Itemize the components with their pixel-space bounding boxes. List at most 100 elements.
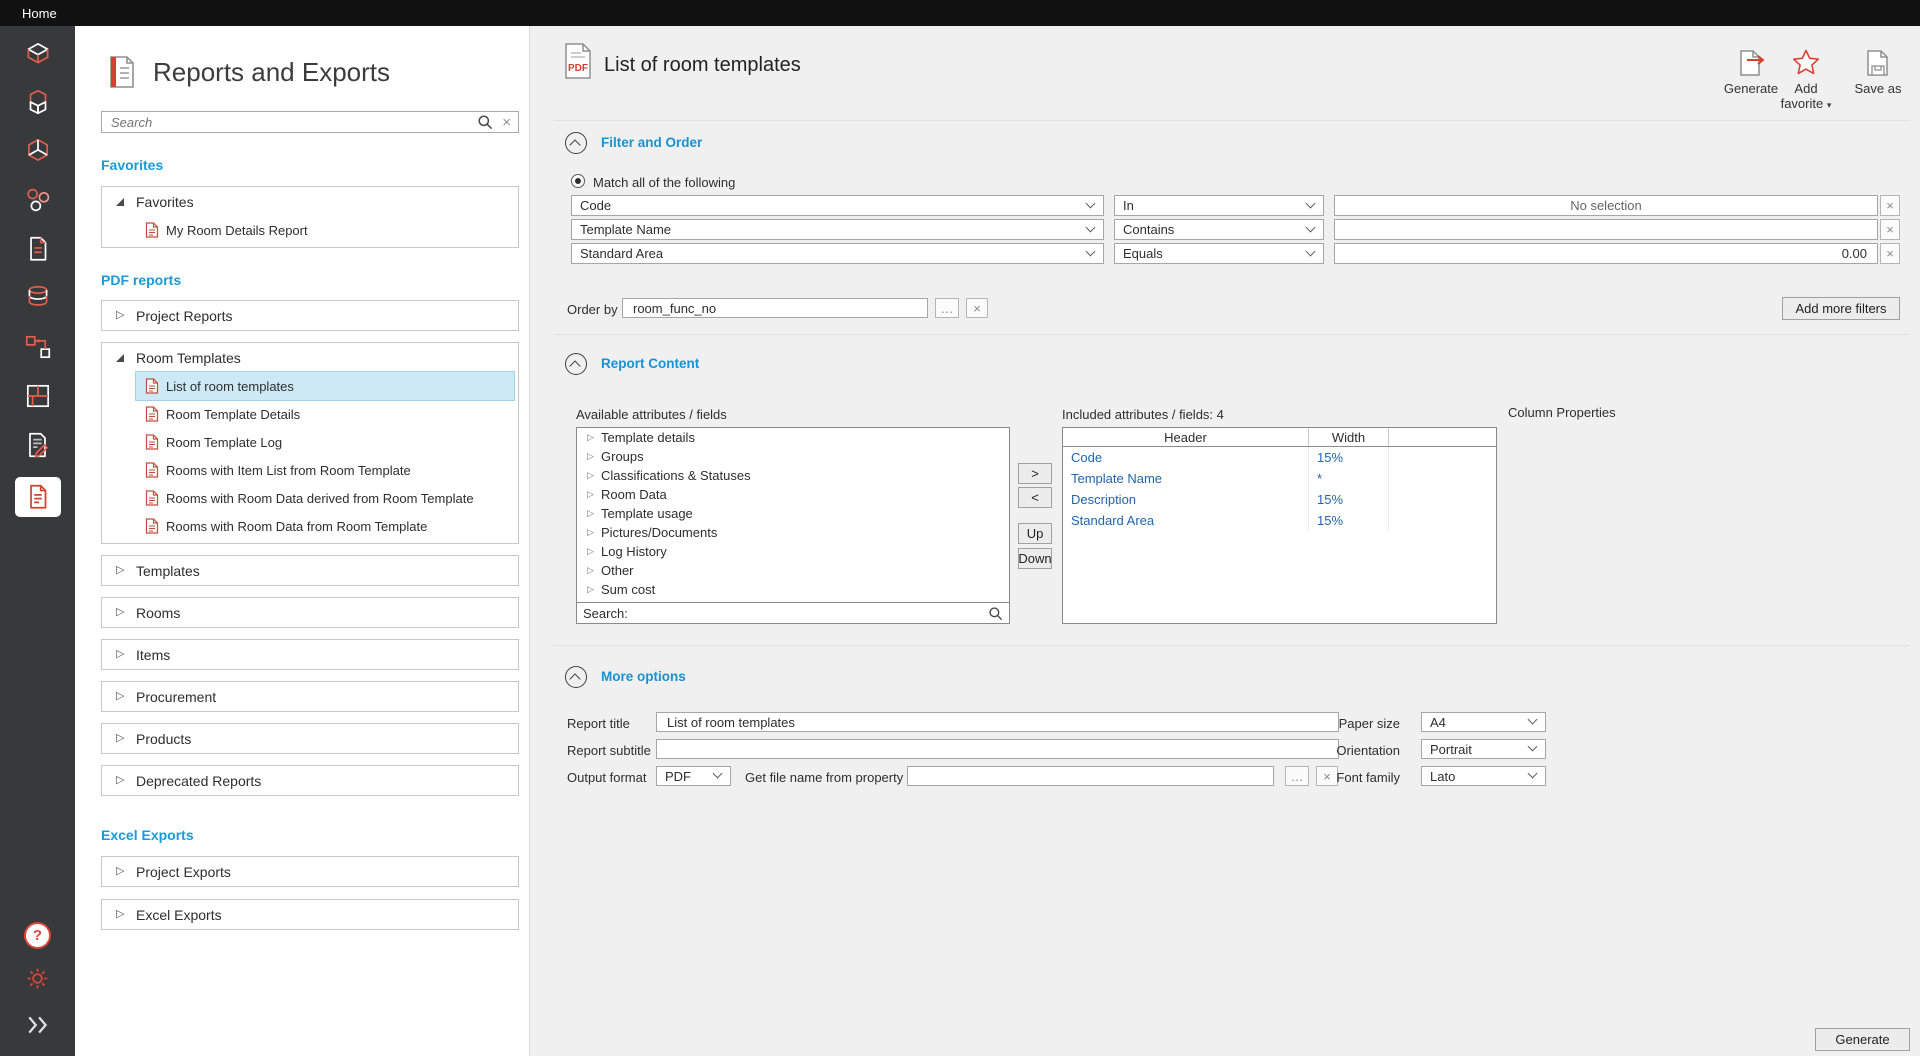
group-header-procurement[interactable]: ▷ Procurement — [102, 682, 518, 711]
group-header-products[interactable]: ▷ Products — [102, 724, 518, 753]
add-more-filters-button[interactable]: Add more filters — [1782, 297, 1900, 320]
filter-operator-select[interactable]: In — [1114, 195, 1324, 216]
search-icon[interactable] — [477, 114, 493, 130]
paper-size-select[interactable]: A4 — [1421, 712, 1546, 732]
move-right-button[interactable]: > — [1018, 463, 1052, 484]
product-network-icon[interactable] — [15, 183, 61, 217]
filter-value-number-input[interactable] — [1343, 245, 1869, 262]
favorites-group: Favorites My Room Details Report — [101, 186, 519, 248]
attributes-search-input[interactable] — [628, 605, 988, 622]
report-item-my-room-details[interactable]: My Room Details Report — [136, 216, 514, 244]
table-row[interactable]: Description 15% — [1063, 489, 1496, 510]
expand-triangle-icon: ▷ — [116, 775, 128, 786]
group-header-deprecated-reports[interactable]: ▷ Deprecated Reports — [102, 766, 518, 795]
group-header-rooms[interactable]: ▷ Rooms — [102, 598, 518, 627]
group-excel-exports: ▷ Excel Exports — [101, 899, 519, 930]
group-project-exports: ▷ Project Exports — [101, 856, 519, 887]
table-row[interactable]: Template Name * — [1063, 468, 1496, 489]
search-input[interactable] — [109, 114, 468, 131]
home-tab[interactable]: Home — [22, 6, 57, 21]
report-item-room-template-details[interactable]: Room Template Details — [136, 400, 514, 428]
expand-triangle-icon: ▷ — [587, 489, 601, 500]
order-by-input-wrap — [622, 298, 928, 318]
save-as-button[interactable]: Save as — [1843, 48, 1913, 96]
attribute-group-row[interactable]: ▷Pictures/Documents — [577, 523, 1009, 542]
output-format-select[interactable]: PDF — [656, 766, 731, 786]
filter-operator-select[interactable]: Equals — [1114, 243, 1324, 264]
building-model-icon[interactable] — [15, 85, 61, 119]
group-header-project-exports[interactable]: ▷ Project Exports — [102, 857, 518, 886]
move-left-button[interactable]: < — [1018, 487, 1052, 508]
move-up-button[interactable]: Up — [1018, 523, 1052, 544]
report-subtitle-input[interactable] — [665, 741, 1330, 758]
expand-triangle-icon: ▷ — [116, 691, 128, 702]
move-down-button[interactable]: Down — [1018, 548, 1052, 569]
reports-icon[interactable] — [15, 477, 61, 517]
filter-operator-select[interactable]: Contains — [1114, 219, 1324, 240]
table-row[interactable]: Standard Area 15% — [1063, 510, 1496, 531]
attribute-group-row[interactable]: ▷Classifications & Statuses — [577, 466, 1009, 485]
report-item-rooms-room-data-derived[interactable]: Rooms with Room Data derived from Room T… — [136, 484, 514, 512]
collapse-content-section-icon[interactable] — [565, 353, 587, 375]
excel-exports-heading: Excel Exports — [101, 828, 519, 843]
forms-icon[interactable] — [15, 428, 61, 462]
clear-order-by-button[interactable]: × — [966, 298, 988, 318]
clear-search-icon[interactable]: × — [502, 115, 511, 130]
match-all-radio[interactable] — [571, 174, 585, 188]
file-name-property-input[interactable] — [916, 768, 1265, 785]
attribute-group-row[interactable]: ▷Template usage — [577, 504, 1009, 523]
settings-icon[interactable] — [24, 965, 51, 997]
database-icon[interactable] — [15, 281, 61, 315]
font-family-select[interactable]: Lato — [1421, 766, 1546, 786]
generate-report-button[interactable]: Generate — [1815, 1028, 1910, 1051]
report-title-input[interactable] — [665, 714, 1330, 731]
filter-value-picker[interactable]: No selection — [1334, 195, 1878, 216]
attribute-group-row[interactable]: ▷Room Data — [577, 485, 1009, 504]
collapse-filter-section-icon[interactable] — [565, 132, 587, 154]
remove-filter-button[interactable]: × — [1880, 195, 1900, 216]
expand-panel-icon[interactable] — [24, 1013, 52, 1042]
remove-filter-button[interactable]: × — [1880, 219, 1900, 240]
favorites-group-header[interactable]: Favorites — [102, 187, 518, 216]
attribute-group-row[interactable]: ▷Other — [577, 561, 1009, 580]
group-header-project-reports[interactable]: ▷ Project Reports — [102, 301, 518, 330]
documents-icon[interactable] — [15, 232, 61, 266]
filter-field-select[interactable]: Code — [571, 195, 1104, 216]
remove-filter-button[interactable]: × — [1880, 243, 1900, 264]
filter-field-select[interactable]: Template Name — [571, 219, 1104, 240]
report-item-rooms-room-data[interactable]: Rooms with Room Data from Room Template — [136, 512, 514, 540]
attribute-group-row[interactable]: ▷Groups — [577, 447, 1009, 466]
header-divider — [553, 120, 1910, 121]
report-item-rooms-with-item-list[interactable]: Rooms with Item List from Room Template — [136, 456, 514, 484]
table-row[interactable]: Code 15% — [1063, 447, 1496, 468]
add-favorite-button[interactable]: Add favorite ▾ — [1775, 48, 1837, 113]
reports-exports-icon — [107, 55, 137, 89]
help-icon[interactable]: ? — [24, 922, 51, 949]
site-model-icon[interactable] — [15, 36, 61, 70]
group-header-templates[interactable]: ▷ Templates — [102, 556, 518, 585]
close-icon: × — [973, 301, 981, 316]
search-icon[interactable] — [988, 606, 1003, 621]
order-by-browse-button[interactable]: … — [935, 298, 959, 318]
close-icon: × — [1886, 246, 1894, 261]
included-attributes-table: Header Width Code 15% Template Name * De… — [1062, 427, 1497, 624]
order-by-label: Order by — [567, 302, 618, 317]
attribute-group-row[interactable]: ▷Log History — [577, 542, 1009, 561]
pdf-report-icon — [145, 434, 159, 450]
group-header-items[interactable]: ▷ Items — [102, 640, 518, 669]
attribute-group-row[interactable]: ▷Template details — [577, 428, 1009, 447]
orientation-select[interactable]: Portrait — [1421, 739, 1546, 759]
report-item-room-template-log[interactable]: Room Template Log — [136, 428, 514, 456]
order-by-input[interactable] — [631, 300, 919, 317]
rooms-icon[interactable] — [15, 379, 61, 413]
group-header-excel-exports[interactable]: ▷ Excel Exports — [102, 900, 518, 929]
report-item-list-of-room-templates[interactable]: List of room templates — [136, 372, 514, 400]
systems-icon[interactable] — [15, 134, 61, 168]
collapse-options-section-icon[interactable] — [565, 666, 587, 688]
expand-triangle-icon: ▷ — [587, 584, 601, 595]
workflow-icon[interactable] — [15, 330, 61, 364]
filter-field-select[interactable]: Standard Area — [571, 243, 1104, 264]
attribute-group-row[interactable]: ▷Sum cost — [577, 580, 1009, 599]
filter-value-input[interactable] — [1343, 221, 1869, 238]
group-header-room-templates[interactable]: Room Templates — [102, 343, 518, 372]
